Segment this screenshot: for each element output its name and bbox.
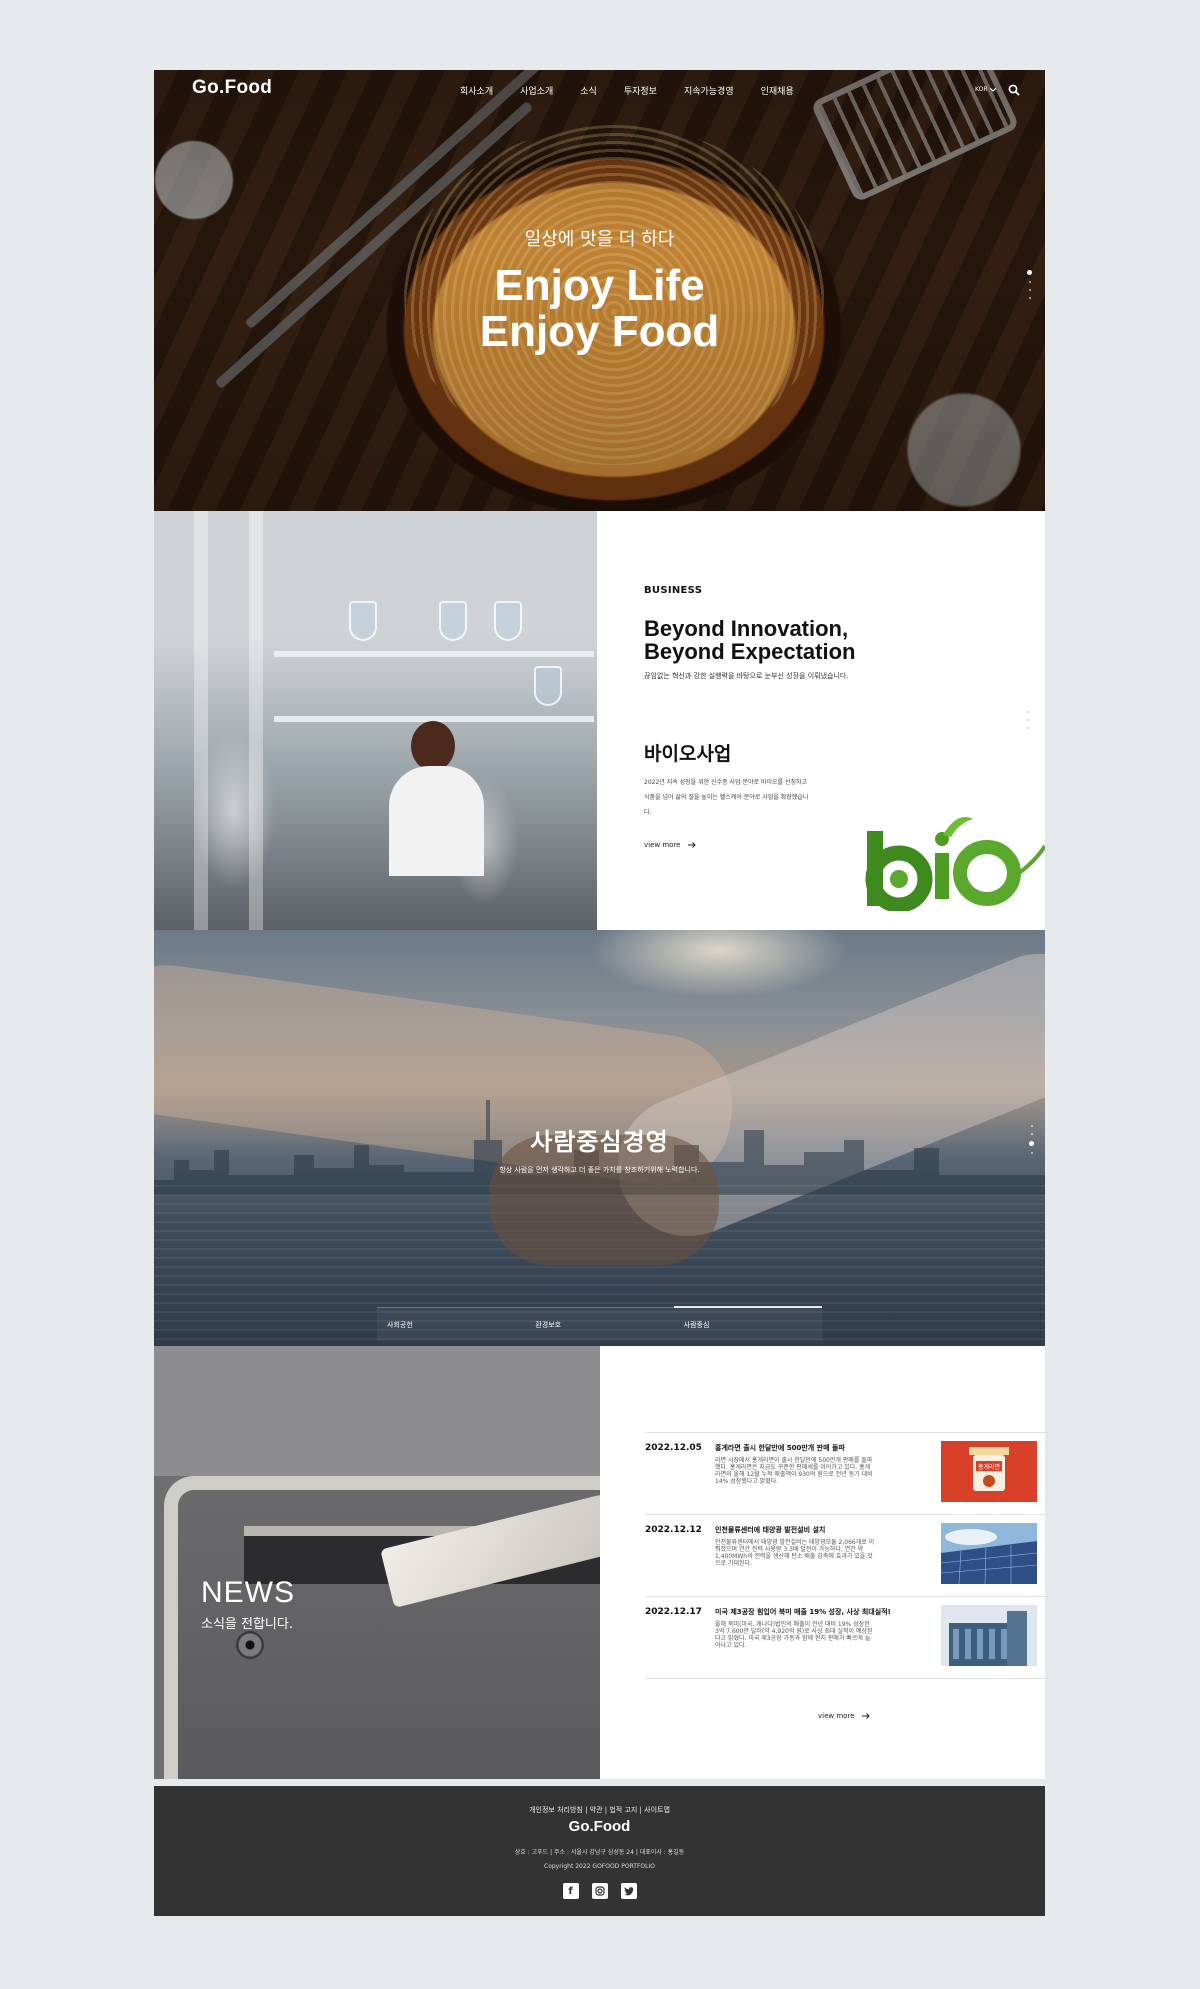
news-subtitle: 소식을 전합니다. (201, 1617, 293, 1632)
slide-dot[interactable] (1030, 1133, 1033, 1135)
people-description: 항상 사람을 먼저 생각하고 더 좋은 가치를 창조하기위해 노력합니다. (499, 1166, 700, 1174)
wall-background (154, 1346, 600, 1476)
news-item-body: 라면 시장에서 홍게라면이 출시 한달만에 500만개 판매를 돌파했다. 홍게… (715, 1457, 873, 1485)
people-tabs: 사회공헌 환경보호 사람중심 (377, 1306, 823, 1341)
news-item-title[interactable]: 인천물류센터에 태양광 발전설비 설치 (715, 1525, 825, 1535)
news-date: 2022.12.05 (645, 1443, 702, 1453)
news-item-title[interactable]: 홍게라면 출시 한달만에 500만개 판매 돌파 (715, 1443, 845, 1453)
news-thumbnail-ramen: 홍게라면 (941, 1441, 1037, 1502)
people-slide-dots (1029, 1125, 1034, 1154)
hero-title-line1: Enjoy Life (494, 261, 705, 310)
lab-flask (439, 601, 467, 641)
news-item-title[interactable]: 미국 제3공장 힘입어 북미 매출 19% 성장, 사상 최대실적! (715, 1607, 891, 1617)
instagram-icon[interactable] (591, 1883, 608, 1899)
language-select[interactable]: KOR (975, 86, 996, 93)
business-description: 끊임없는 혁신과 강한 실행력을 바탕으로 눈부신 성장을 이뤄냈습니다. (644, 672, 849, 680)
language-label: KOR (975, 86, 988, 93)
news-title: NEWS (201, 1576, 295, 1609)
news-thumbnail-factory (941, 1605, 1037, 1666)
business-title-line1: Beyond Innovation, (644, 616, 849, 641)
business-title-line2: Beyond Expectation (644, 639, 856, 664)
arrow-right-icon (862, 1713, 871, 1719)
menu-item-sustainability[interactable]: 지속가능경영 (684, 84, 734, 97)
menu-item-news[interactable]: 소식 (580, 84, 597, 97)
footer-copyright: Copyright 2022 GOFOOD PORTFOLIO (544, 1863, 655, 1870)
lab-flask (494, 601, 522, 641)
chevron-down-icon (989, 87, 996, 92)
lab-flask (534, 666, 562, 706)
slide-dot[interactable] (1030, 1125, 1033, 1127)
menu-item-business[interactable]: 사업소개 (520, 84, 553, 97)
lab-photo (154, 511, 597, 930)
business-section: BUSINESS Beyond Innovation, Beyond Expec… (154, 511, 1045, 930)
twitter-icon[interactable] (620, 1883, 637, 1899)
slide-dot[interactable] (1027, 719, 1029, 721)
researcher-head (411, 721, 455, 771)
tab-people-first[interactable]: 사람중심 (673, 1306, 823, 1341)
news-date: 2022.12.12 (645, 1525, 702, 1535)
main-menu: 회사소개 사업소개 소식 투자정보 지속가능경영 인재채용 (460, 84, 821, 97)
lab-glass-blur (249, 511, 263, 930)
people-text: 사람중심경영 항상 사람을 먼저 생각하고 더 좋은 가치를 창조하기위해 노력… (154, 1122, 1045, 1175)
news-item[interactable]: 2022.12.17 미국 제3공장 힘입어 북미 매출 19% 성장, 사상 … (645, 1596, 1045, 1678)
business-slide-dots (1027, 711, 1029, 729)
news-section: NEWS 소식을 전합니다. 2022.12.05 홍게라면 출시 한달만에 5… (154, 1346, 1045, 1779)
lab-flask (349, 601, 377, 641)
news-list: 2022.12.05 홍게라면 출시 한달만에 500만개 판매 돌파 라면 시… (600, 1346, 1045, 1779)
people-title: 사람중심경영 (530, 1128, 669, 1156)
slide-dot[interactable] (1030, 1152, 1033, 1154)
tab-social-contribution[interactable]: 사회공헌 (377, 1308, 525, 1341)
menu-item-careers[interactable]: 인재채용 (761, 84, 794, 97)
news-view-more-link[interactable]: view more (818, 1712, 871, 1720)
business-title: Beyond Innovation, Beyond Expectation (644, 617, 1024, 663)
news-item-body: 올해 북미(미국, 캐나다)법인의 매출이 전년 대비 19% 성장한 3억 7… (715, 1621, 873, 1649)
business-view-more-link[interactable]: view more (644, 841, 697, 849)
menu-item-investor[interactable]: 투자정보 (624, 84, 657, 97)
business-content: BUSINESS Beyond Innovation, Beyond Expec… (597, 511, 1045, 930)
news-thumbnail-solar (941, 1523, 1037, 1584)
slide-dot-active[interactable] (1029, 1141, 1034, 1146)
arrow-right-icon (688, 842, 697, 848)
facebook-icon[interactable]: f (562, 1883, 579, 1899)
slide-dot[interactable] (1027, 711, 1029, 713)
tab-environment[interactable]: 환경보호 (525, 1308, 673, 1341)
hero-subtitle: 일상에 맛을 더 하다 (524, 229, 675, 250)
footer-logo[interactable]: Go.Food (154, 1818, 1045, 1835)
slide-dot[interactable] (1027, 727, 1029, 729)
top-nav: Go.Food 회사소개 사업소개 소식 투자정보 지속가능경영 인재채용 KO… (154, 70, 1045, 114)
page: Go.Food 회사소개 사업소개 소식 투자정보 지속가능경영 인재채용 KO… (154, 70, 1045, 1916)
hero-title-line2: Enjoy Food (479, 307, 720, 356)
lab-shelf (274, 651, 594, 657)
hero-text: 일상에 맛을 더 하다 Enjoy Life Enjoy Food (154, 225, 1045, 355)
bio-logo-text: bio (847, 811, 849, 812)
mailbox-photo: NEWS 소식을 전합니다. (154, 1346, 600, 1779)
researcher-coat (389, 766, 484, 876)
lab-researcher (389, 721, 484, 876)
news-divider (645, 1678, 1045, 1679)
lab-glass-blur (194, 511, 208, 930)
news-date: 2022.12.17 (645, 1607, 702, 1617)
news-item[interactable]: 2022.12.05 홍게라면 출시 한달만에 500만개 판매 돌파 라면 시… (645, 1432, 1045, 1514)
view-more-label: view more (644, 841, 681, 849)
mailbox-lock (236, 1631, 264, 1659)
search-icon[interactable] (1008, 84, 1020, 96)
site-logo[interactable]: Go.Food (192, 77, 272, 99)
news-label: NEWS 소식을 전합니다. (201, 1576, 295, 1632)
news-item[interactable]: 2022.12.12 인천물류센터에 태양광 발전설비 설치 인천물류센터에서 … (645, 1514, 1045, 1596)
people-section: 사람중심경영 항상 사람을 먼저 생각하고 더 좋은 가치를 창조하기위해 노력… (154, 930, 1045, 1346)
bio-logo-image: bio (847, 811, 1045, 911)
business-label: BUSINESS (644, 585, 703, 596)
footer-links[interactable]: 개인정보 처리방침 | 약관 | 법적 고지 | 사이트맵 (154, 1805, 1045, 1815)
footer-company-info: 상호 : 고푸드 | 주소 : 서울시 강남구 삼성동 24 | 대표이사 : … (514, 1849, 685, 1856)
site-footer: 개인정보 처리방침 | 약관 | 법적 고지 | 사이트맵 Go.Food 상호… (154, 1786, 1045, 1916)
svg-text:홍게라면: 홍게라면 (978, 1463, 1000, 1471)
hero-section: Go.Food 회사소개 사업소개 소식 투자정보 지속가능경영 인재채용 KO… (154, 70, 1045, 511)
footer-social-links: f (154, 1883, 1045, 1899)
bio-business-heading: 바이오사업 (644, 743, 732, 765)
news-item-body: 인천물류센터에서 태양광 발전설비는 태양광모듈 2,066개로 이뤄졌으며 연… (715, 1539, 875, 1567)
view-more-label: view more (818, 1712, 855, 1720)
bio-business-body: 2022년 지속 성장을 위한 신수종 사업 분야로 바이오를 선정하고 식품을… (644, 779, 809, 816)
menu-item-company[interactable]: 회사소개 (460, 84, 493, 97)
